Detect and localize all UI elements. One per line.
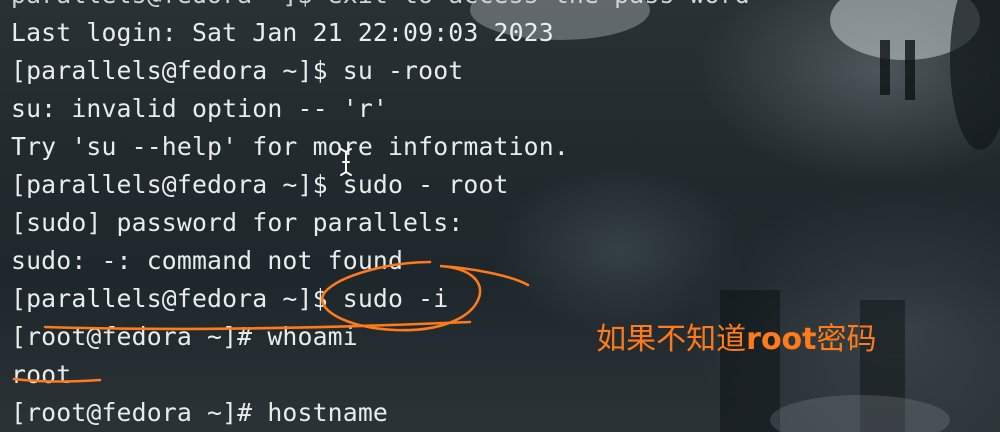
terminal-line: parallels@fedora ~]$ exit to access the … bbox=[11, 0, 750, 14]
annotation-text-bold: root bbox=[746, 322, 817, 357]
annotation-text-after: 密码 bbox=[816, 322, 877, 357]
terminal-window[interactable]: parallels@fedora ~]$ exit to access the … bbox=[0, 0, 1000, 432]
terminal-output[interactable]: parallels@fedora ~]$ exit to access the … bbox=[11, 0, 750, 432]
terminal-line: su: invalid option -- 'r' bbox=[11, 94, 388, 123]
terminal-line: [parallels@fedora ~]$ su -root bbox=[11, 56, 464, 85]
terminal-line: root bbox=[11, 360, 72, 389]
terminal-line: [sudo] password for parallels: bbox=[11, 208, 464, 237]
ibeam-cursor-icon bbox=[340, 148, 352, 176]
terminal-line: Last login: Sat Jan 21 22:09:03 2023 bbox=[11, 18, 554, 47]
annotation-text-before: 如果不知道 bbox=[596, 322, 747, 357]
terminal-line: [root@fedora ~]# hostname bbox=[11, 398, 388, 427]
terminal-line: Try 'su --help' for more information. bbox=[11, 132, 569, 161]
annotation-note: 如果不知道root密码 bbox=[558, 280, 876, 357]
terminal-line: sudo: -: command not found bbox=[11, 246, 404, 275]
terminal-line: [parallels@fedora ~]$ sudo - root bbox=[11, 170, 509, 199]
